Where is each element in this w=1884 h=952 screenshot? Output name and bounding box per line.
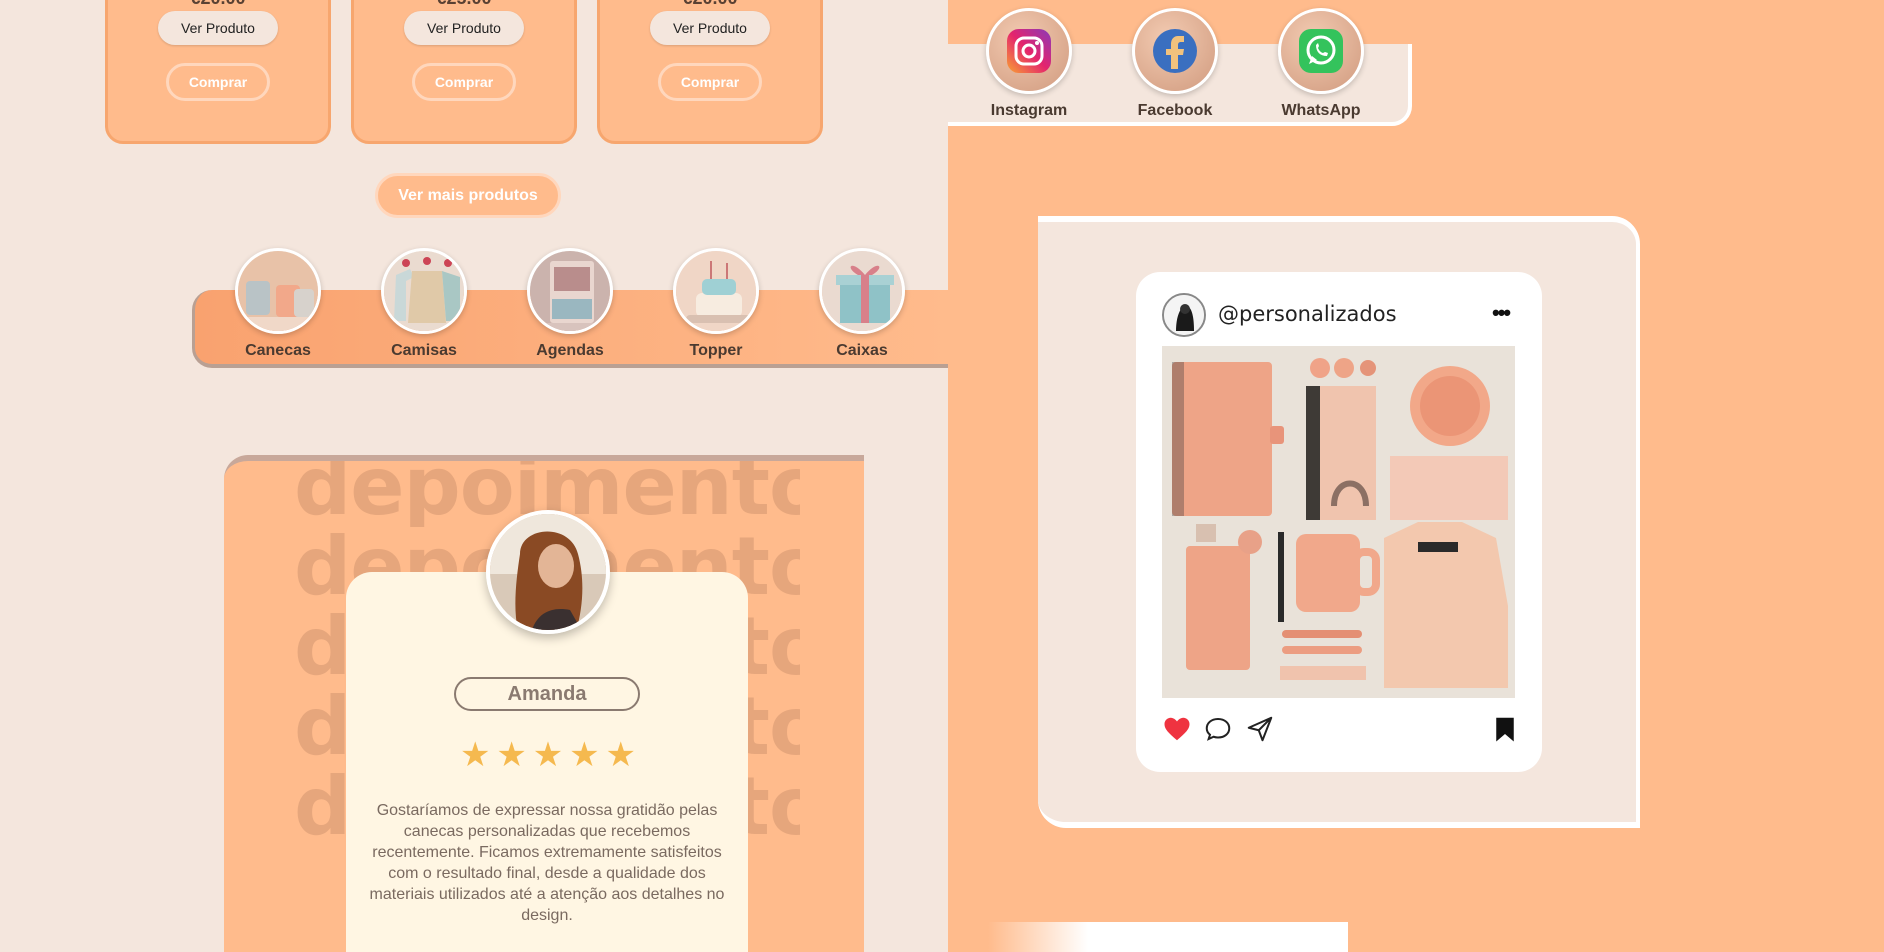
category-label: Caixas: [836, 342, 888, 359]
buy-button[interactable]: Comprar: [412, 63, 516, 101]
whatsapp-icon: [1278, 8, 1364, 94]
category-agendas[interactable]: Agendas: [515, 248, 625, 360]
like-heart-icon[interactable]: [1162, 714, 1192, 744]
bookmark-icon[interactable]: [1490, 714, 1520, 744]
bottom-strip: [948, 922, 1348, 952]
gift-box-image: [819, 248, 905, 334]
social-label: Facebook: [1137, 102, 1213, 119]
social-label: Instagram: [990, 102, 1068, 119]
post-image: [1162, 346, 1515, 698]
rating-stars: ★ ★ ★ ★ ★: [460, 738, 636, 772]
product-card: €20.00 Ver Produto Comprar: [105, 0, 331, 144]
instagram-username[interactable]: @personalizados: [1218, 302, 1397, 326]
instagram-icon: [986, 8, 1072, 94]
more-options-icon[interactable]: •••: [1492, 300, 1511, 326]
view-product-button[interactable]: Ver Produto: [650, 11, 770, 45]
planners-image: [527, 248, 613, 334]
facebook-icon: [1132, 8, 1218, 94]
category-topper[interactable]: Topper: [661, 248, 771, 360]
view-product-button[interactable]: Ver Produto: [158, 11, 278, 45]
shirts-image: [381, 248, 467, 334]
star-icon: ★: [460, 736, 491, 774]
category-label: Camisas: [391, 342, 457, 359]
product-price: €20.00: [108, 0, 328, 9]
star-icon: ★: [605, 736, 636, 774]
social-instagram[interactable]: Instagram: [969, 8, 1089, 120]
buy-button[interactable]: Comprar: [166, 63, 270, 101]
cake-topper-image: [673, 248, 759, 334]
product-price: €20.00: [600, 0, 820, 9]
star-icon: ★: [532, 736, 564, 774]
share-send-icon[interactable]: [1245, 714, 1275, 744]
star-icon: ★: [569, 736, 600, 774]
product-card: €25.00 Ver Produto Comprar: [351, 0, 577, 144]
star-icon: ★: [496, 736, 527, 774]
social-whatsapp[interactable]: WhatsApp: [1261, 8, 1381, 120]
category-label: Topper: [689, 342, 743, 359]
category-camisas[interactable]: Camisas: [369, 248, 479, 360]
social-facebook[interactable]: Facebook: [1115, 8, 1235, 120]
profile-avatar[interactable]: [1162, 293, 1206, 337]
avatar: [486, 510, 610, 634]
category-canecas[interactable]: Canecas: [223, 248, 333, 360]
more-products-button[interactable]: Ver mais produtos: [375, 173, 561, 218]
category-label: Agendas: [536, 342, 604, 359]
view-product-button[interactable]: Ver Produto: [404, 11, 524, 45]
mugs-image: [235, 248, 321, 334]
comment-icon[interactable]: [1203, 714, 1233, 744]
social-label: WhatsApp: [1281, 102, 1361, 119]
product-price: €25.00: [354, 0, 574, 9]
buy-button[interactable]: Comprar: [658, 63, 762, 101]
category-caixas[interactable]: Caixas: [807, 248, 917, 360]
category-label: Canecas: [245, 342, 311, 359]
reviewer-name: Amanda: [454, 677, 640, 711]
review-text: Gostaríamos de expressar nossa gratidão …: [369, 802, 725, 924]
product-card: €20.00 Ver Produto Comprar: [597, 0, 823, 144]
